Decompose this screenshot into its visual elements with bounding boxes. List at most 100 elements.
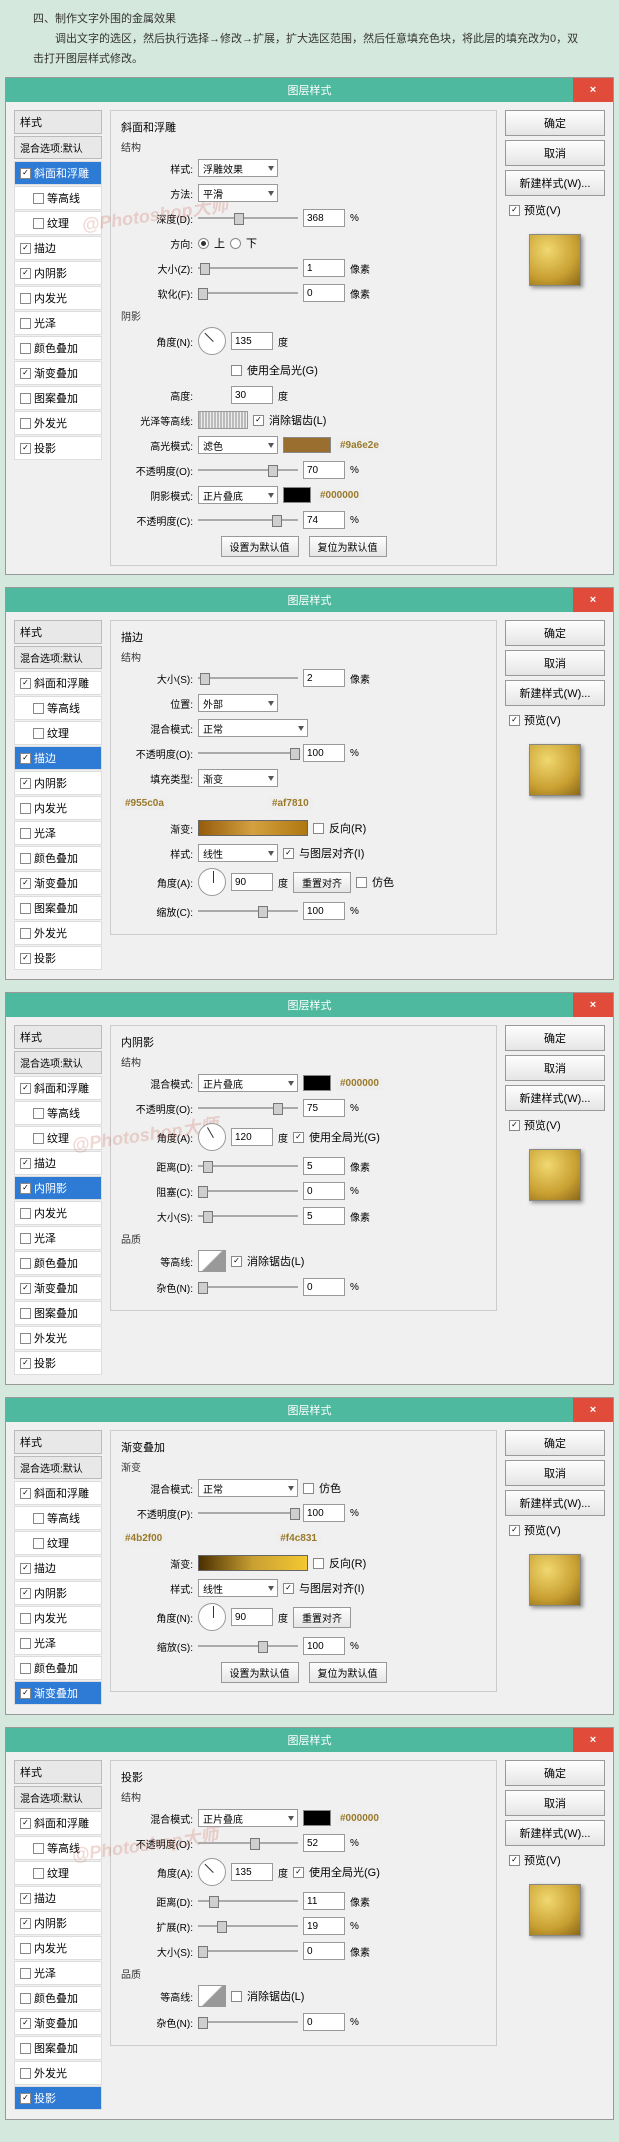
sidebar-item-stroke[interactable]: 描边 (14, 1151, 102, 1175)
sidebar-item-color-overlay[interactable]: 颜色叠加 (14, 1986, 102, 2010)
new-style-button[interactable]: 新建样式(W)... (505, 1820, 605, 1846)
depth-input[interactable]: 368 (303, 209, 345, 227)
titlebar[interactable]: 图层样式× (6, 1398, 613, 1422)
ok-button[interactable]: 确定 (505, 1760, 605, 1786)
sidebar-item-satin[interactable]: 光泽 (14, 1226, 102, 1250)
opacity-slider[interactable] (198, 1506, 298, 1520)
sidebar-item-outer-glow[interactable]: 外发光 (14, 1326, 102, 1350)
sidebar-item-satin[interactable]: 光泽 (14, 311, 102, 335)
ok-button[interactable]: 确定 (505, 110, 605, 136)
reset-default-button[interactable]: 复位为默认值 (309, 1662, 387, 1683)
position-select[interactable]: 外部 (198, 694, 278, 712)
blend-select[interactable]: 正常 (198, 1479, 298, 1497)
preview-checkbox[interactable] (509, 205, 520, 216)
blend-select[interactable]: 正片叠底 (198, 1809, 298, 1827)
sidebar-item-color-overlay[interactable]: 颜色叠加 (14, 336, 102, 360)
close-icon[interactable]: × (573, 1728, 613, 1752)
sidebar-item-color-overlay[interactable]: 颜色叠加 (14, 1251, 102, 1275)
sidebar-item-stroke[interactable]: 描边 (14, 1556, 102, 1580)
opacity-slider[interactable] (198, 746, 298, 760)
sidebar-item-bevel[interactable]: 斜面和浮雕 (14, 671, 102, 695)
new-style-button[interactable]: 新建样式(W)... (505, 170, 605, 196)
gstyle-select[interactable]: 线性 (198, 844, 278, 862)
opacity-slider[interactable] (198, 1101, 298, 1115)
altitude-input[interactable]: 30 (231, 386, 273, 404)
sidebar-item-contour[interactable]: 等高线 (14, 1506, 102, 1530)
sidebar-item-inner-glow[interactable]: 内发光 (14, 286, 102, 310)
opacity-input[interactable]: 100 (303, 1504, 345, 1522)
close-icon[interactable]: × (573, 1398, 613, 1422)
angle-input[interactable]: 90 (231, 873, 273, 891)
close-icon[interactable]: × (573, 588, 613, 612)
distance-slider[interactable] (198, 1894, 298, 1908)
hmode-select[interactable]: 滤色 (198, 436, 278, 454)
sidebar-item-texture[interactable]: 纹理 (14, 211, 102, 235)
checkbox[interactable] (20, 393, 31, 404)
sidebar-item-satin[interactable]: 光泽 (14, 1631, 102, 1655)
opacity-input[interactable]: 100 (303, 744, 345, 762)
sidebar-item-inner-glow[interactable]: 内发光 (14, 1936, 102, 1960)
noise-slider[interactable] (198, 1280, 298, 1294)
choke-slider[interactable] (198, 1184, 298, 1198)
sidebar-item-pattern-overlay[interactable]: 图案叠加 (14, 386, 102, 410)
cancel-button[interactable]: 取消 (505, 140, 605, 166)
method-select[interactable]: 平滑 (198, 184, 278, 202)
dither-checkbox[interactable] (356, 877, 367, 888)
size-input[interactable]: 2 (303, 669, 345, 687)
sidebar-item-pattern-overlay[interactable]: 图案叠加 (14, 896, 102, 920)
choke-input[interactable]: 0 (303, 1182, 345, 1200)
angle-dial[interactable] (198, 868, 226, 896)
close-icon[interactable]: × (573, 78, 613, 102)
ok-button[interactable]: 确定 (505, 1430, 605, 1456)
blend-select[interactable]: 正常 (198, 719, 308, 737)
sidebar-item-satin[interactable]: 光泽 (14, 821, 102, 845)
radio-up[interactable] (198, 238, 209, 249)
sidebar-item-outer-glow[interactable]: 外发光 (14, 411, 102, 435)
sidebar-item-inner-shadow[interactable]: 内阴影 (14, 1911, 102, 1935)
reset-default-button[interactable]: 复位为默认值 (309, 536, 387, 557)
sidebar-item-contour[interactable]: 等高线 (14, 1836, 102, 1860)
highlight-swatch[interactable] (283, 437, 331, 453)
aa-checkbox[interactable] (231, 1991, 242, 2002)
size-input[interactable]: 0 (303, 1942, 345, 1960)
realign-button[interactable]: 重置对齐 (293, 872, 351, 893)
size-slider[interactable] (198, 671, 298, 685)
sidebar-item-inner-glow[interactable]: 内发光 (14, 1201, 102, 1225)
sidebar-item-contour[interactable]: 等高线 (14, 696, 102, 720)
realign-button[interactable]: 重置对齐 (293, 1607, 351, 1628)
titlebar[interactable]: 图层样式× (6, 1728, 613, 1752)
contour-picker[interactable] (198, 1250, 226, 1272)
distance-input[interactable]: 5 (303, 1157, 345, 1175)
checkbox-on[interactable] (20, 168, 31, 179)
color-swatch[interactable] (303, 1810, 331, 1826)
contour-picker[interactable] (198, 1985, 226, 2007)
new-style-button[interactable]: 新建样式(W)... (505, 680, 605, 706)
sidebar-item-contour[interactable]: 等高线 (14, 186, 102, 210)
checkbox[interactable] (33, 218, 44, 229)
cancel-button[interactable]: 取消 (505, 1790, 605, 1816)
sidebar-item-satin[interactable]: 光泽 (14, 1961, 102, 1985)
angle-dial[interactable] (198, 1123, 226, 1151)
dither-checkbox[interactable] (303, 1483, 314, 1494)
sidebar-item-color-overlay[interactable]: 颜色叠加 (14, 1656, 102, 1680)
align-checkbox[interactable] (283, 848, 294, 859)
gradient-bar[interactable] (198, 820, 308, 836)
smode-select[interactable]: 正片叠底 (198, 486, 278, 504)
checkbox-on[interactable] (20, 243, 31, 254)
preview-checkbox[interactable] (509, 1855, 520, 1866)
angle-dial[interactable] (198, 327, 226, 355)
sidebar-item-stroke[interactable]: 描边 (14, 236, 102, 260)
ok-button[interactable]: 确定 (505, 620, 605, 646)
global-checkbox[interactable] (293, 1132, 304, 1143)
checkbox-on[interactable] (20, 368, 31, 379)
global-checkbox[interactable] (293, 1867, 304, 1878)
sidebar-item-bevel[interactable]: 斜面和浮雕 (14, 1811, 102, 1835)
sidebar-item-grad-overlay[interactable]: 渐变叠加 (14, 361, 102, 385)
opacity-input[interactable]: 75 (303, 1099, 345, 1117)
sidebar-item-drop-shadow[interactable]: 投影 (14, 2086, 102, 2110)
spread-input[interactable]: 19 (303, 1917, 345, 1935)
close-icon[interactable]: × (573, 993, 613, 1017)
cancel-button[interactable]: 取消 (505, 650, 605, 676)
sopac-slider[interactable] (198, 513, 298, 527)
global-light-checkbox[interactable] (231, 365, 242, 376)
